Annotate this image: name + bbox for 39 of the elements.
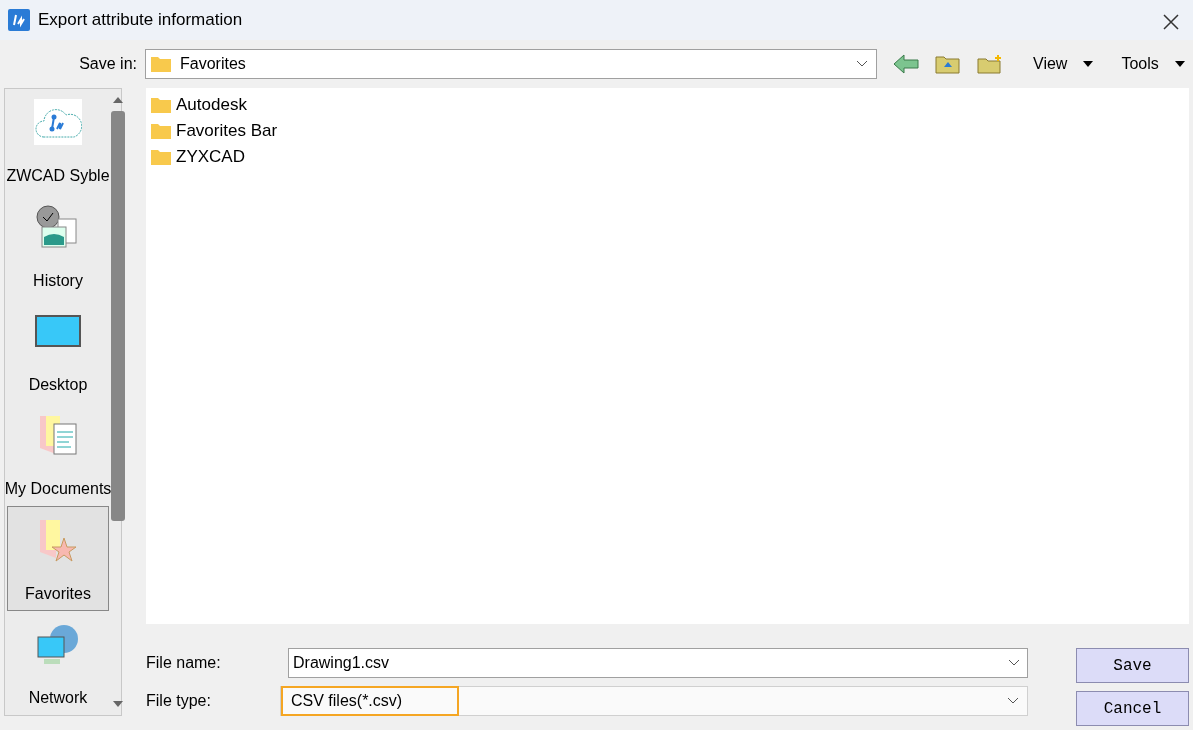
save-button[interactable]: Save	[1076, 648, 1189, 683]
file-type-value: CSV files(*.csv)	[281, 686, 459, 716]
places-item[interactable]: ZWCAD Syble	[7, 89, 109, 194]
file-type-dropdown[interactable]: CSV files(*.csv)	[280, 686, 1028, 716]
close-icon	[1163, 14, 1179, 31]
new-folder-icon[interactable]	[977, 54, 1003, 74]
tools-menu[interactable]: Tools	[1115, 51, 1191, 77]
folder-icon	[150, 96, 172, 114]
folder-icon	[150, 55, 172, 73]
places-item[interactable]: History	[7, 193, 109, 298]
chevron-down-icon	[1007, 697, 1019, 705]
places-item[interactable]: My Documents	[7, 402, 109, 507]
cancel-button[interactable]: Cancel	[1076, 691, 1189, 726]
scrollbar-thumb[interactable]	[111, 111, 125, 521]
file-name-label: File name:	[146, 653, 222, 673]
places-item[interactable]: Desktop	[7, 297, 109, 402]
window-title: Export attribute information	[38, 9, 243, 32]
file-name-field[interactable]: Drawing1.csv	[288, 648, 1028, 678]
app-icon	[8, 9, 30, 31]
save-in-dropdown[interactable]: Favorites	[145, 49, 877, 79]
cloud-icon	[34, 99, 82, 145]
folder-item[interactable]: ZYXCAD	[176, 144, 245, 170]
caret-icon	[1174, 61, 1185, 67]
save-in-label: Save in:	[78, 54, 137, 74]
file-type-label: File type:	[146, 691, 212, 711]
caret-icon	[1083, 61, 1094, 67]
back-arrow-icon[interactable]	[893, 54, 919, 74]
chevron-down-icon	[856, 60, 868, 68]
chevron-down-icon	[1008, 659, 1020, 667]
folder-item[interactable]: Autodesk	[176, 92, 247, 118]
view-menu[interactable]: View	[1027, 51, 1100, 77]
folder-item[interactable]: Favorites Bar	[176, 118, 278, 144]
places-item[interactable]: Favorites	[7, 506, 109, 611]
folder-icon	[150, 122, 172, 140]
scroll-up-arrow-icon[interactable]	[113, 97, 123, 103]
places-item[interactable]: Network	[7, 610, 109, 715]
folder-icon	[150, 148, 172, 166]
scroll-down-arrow-icon[interactable]	[113, 701, 123, 707]
folder-up-icon[interactable]	[935, 54, 961, 74]
